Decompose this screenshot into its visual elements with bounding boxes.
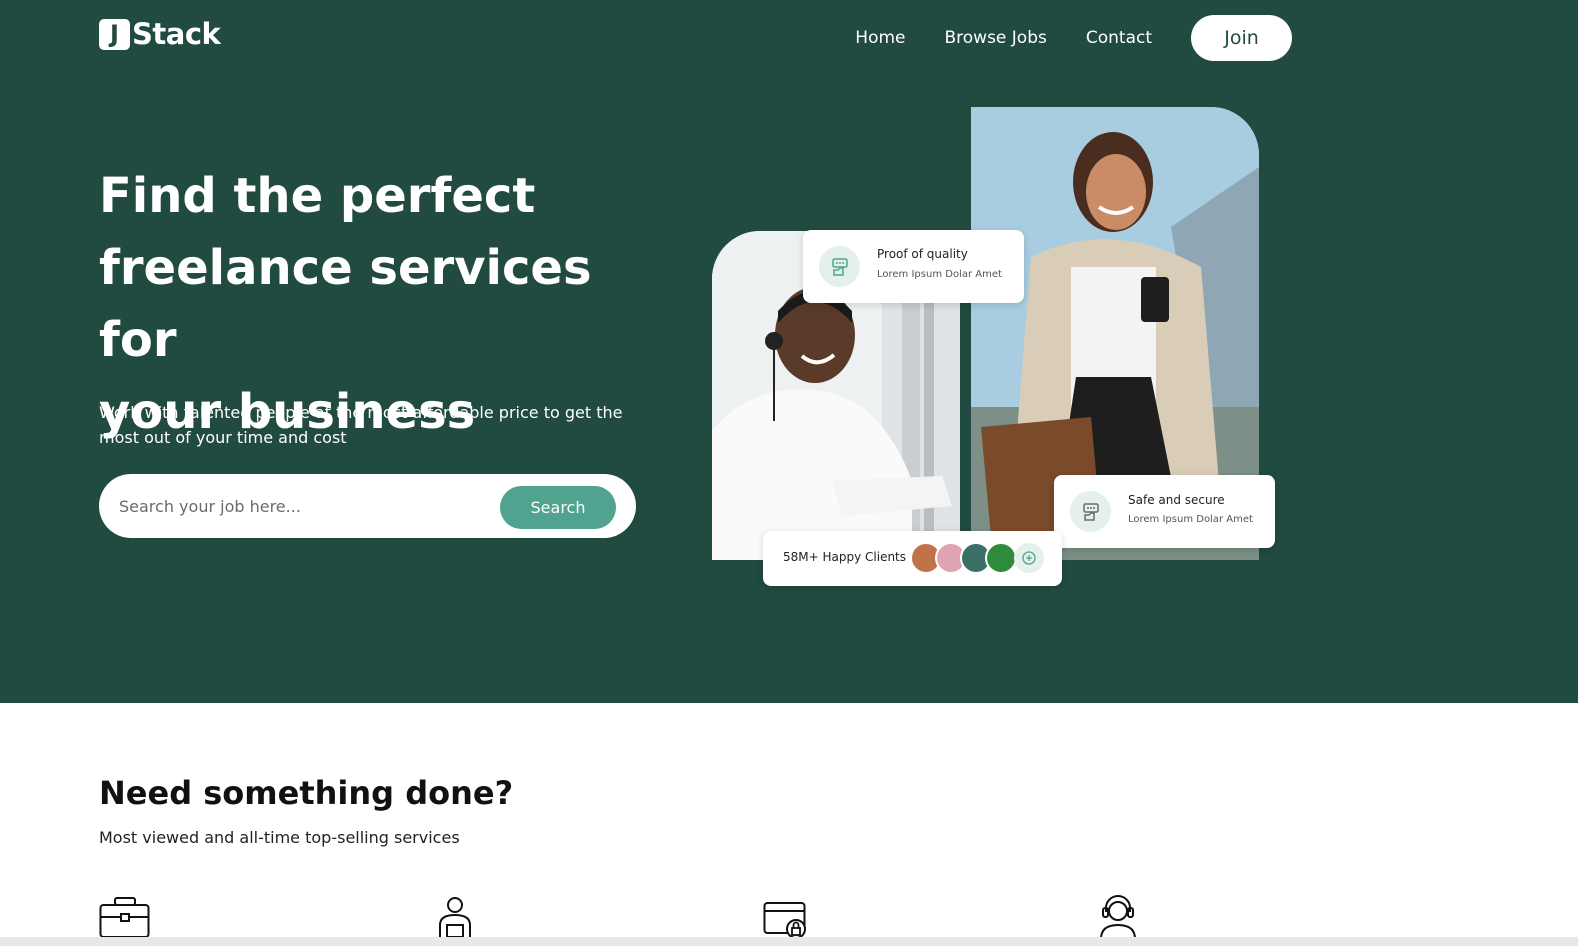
quality-icon xyxy=(819,246,860,287)
search-button[interactable]: Search xyxy=(500,486,616,529)
safe-icon xyxy=(1070,491,1111,532)
clients-card: 58M+ Happy Clients xyxy=(763,531,1062,586)
logo[interactable]: J Stack xyxy=(99,17,221,51)
secure-payment-icon[interactable] xyxy=(763,895,811,943)
section-subtitle: Most viewed and all-time top-selling ser… xyxy=(99,828,460,847)
plus-icon[interactable] xyxy=(1014,543,1044,573)
safe-title: Safe and secure xyxy=(1128,493,1225,507)
hero-section: J Stack Home Browse Jobs Contact Join Fi… xyxy=(0,0,1578,703)
person-laptop-icon[interactable] xyxy=(437,895,473,943)
headline-line-2: freelance services for xyxy=(99,240,592,368)
quality-title: Proof of quality xyxy=(877,247,968,261)
top-nav: Home Browse Jobs Contact Join xyxy=(855,15,1292,61)
search-bar: Search xyxy=(99,474,636,538)
avatar xyxy=(985,542,1017,574)
briefcase-icon[interactable] xyxy=(99,895,151,943)
search-input[interactable] xyxy=(119,492,479,520)
logo-mark: J xyxy=(99,18,130,50)
section-title: Need something done? xyxy=(99,774,514,812)
logo-text: Stack xyxy=(132,17,221,51)
quality-card: Proof of quality Lorem Ipsum Dolar Amet xyxy=(803,230,1024,303)
nav-home[interactable]: Home xyxy=(855,15,905,61)
join-button[interactable]: Join xyxy=(1191,15,1292,61)
client-avatars xyxy=(910,542,1044,574)
support-agent-icon[interactable] xyxy=(1095,895,1141,943)
nav-contact[interactable]: Contact xyxy=(1086,15,1152,61)
safe-text: Lorem Ipsum Dolar Amet xyxy=(1128,514,1253,525)
hero-subtitle: Work with talented people at the most af… xyxy=(99,403,623,447)
nav-browse-jobs[interactable]: Browse Jobs xyxy=(944,15,1046,61)
quality-text: Lorem Ipsum Dolar Amet xyxy=(877,269,1002,280)
clients-label: 58M+ Happy Clients xyxy=(783,550,907,564)
horizontal-scrollbar[interactable] xyxy=(0,937,1578,946)
safe-card: Safe and secure Lorem Ipsum Dolar Amet xyxy=(1054,475,1275,548)
headline-line-1: Find the perfect xyxy=(99,168,536,224)
